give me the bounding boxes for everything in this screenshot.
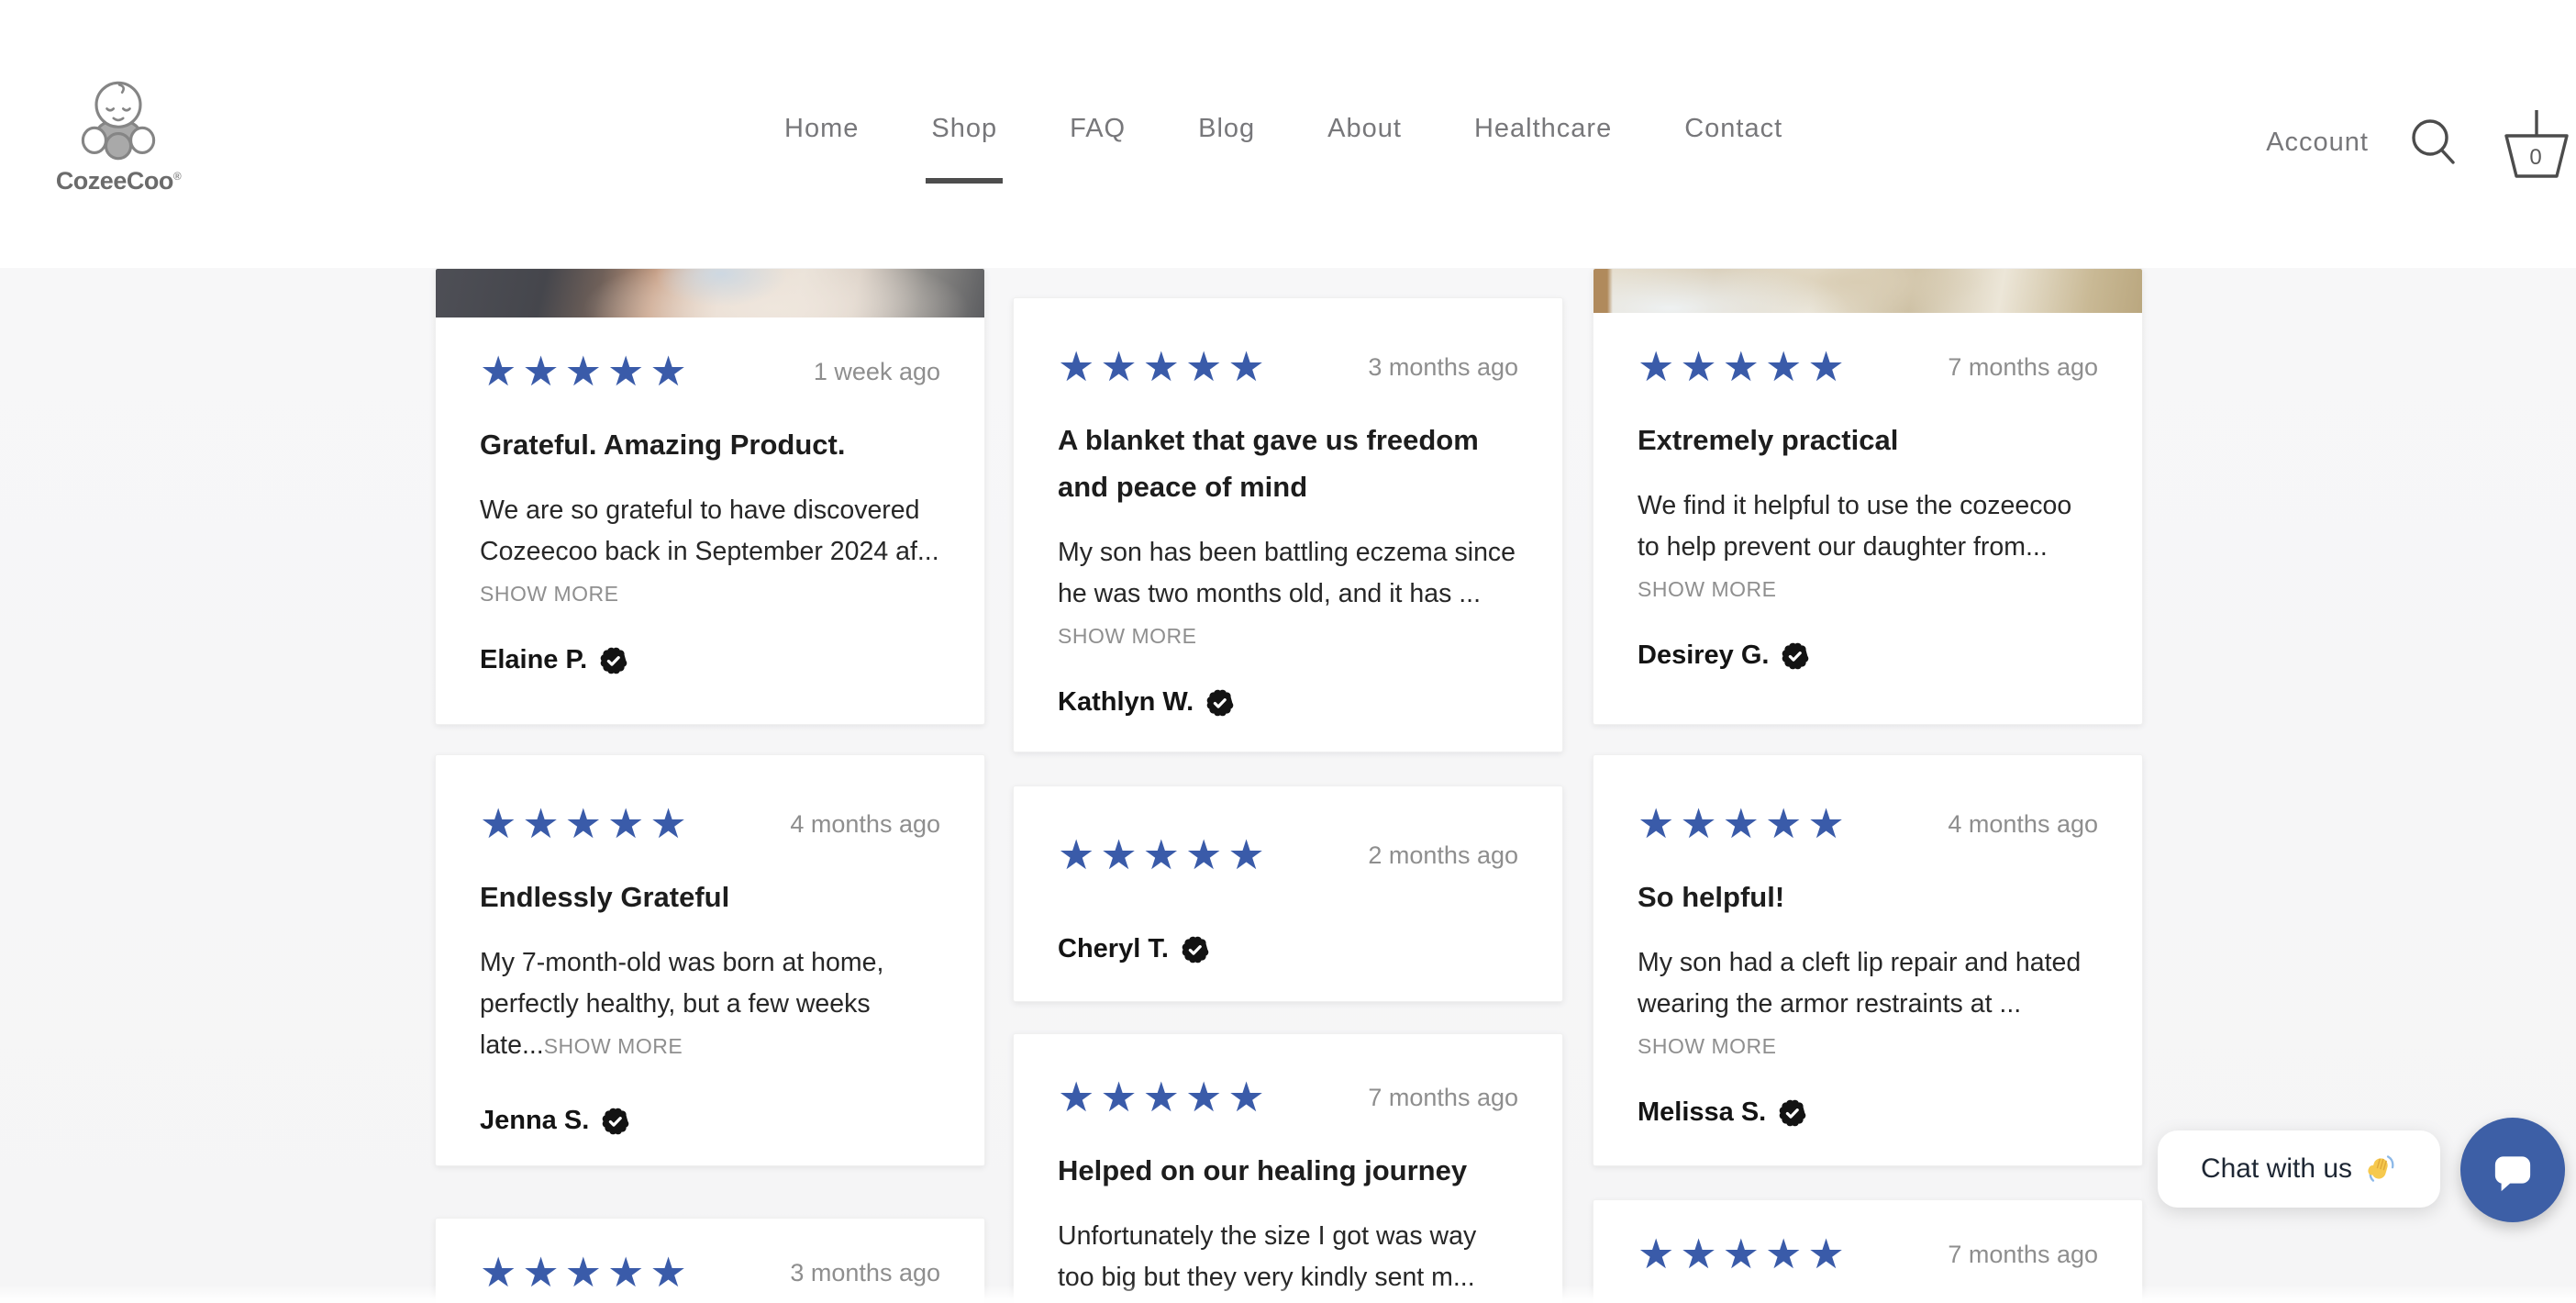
nav-about[interactable]: About xyxy=(1327,114,1402,144)
nav-blog[interactable]: Blog xyxy=(1198,114,1255,144)
star-rating: ★★★★★ xyxy=(1058,834,1271,875)
review-body: My son has been battling eczema since he… xyxy=(1058,532,1518,615)
review-date: 7 months ago xyxy=(1368,1084,1518,1112)
star-rating: ★★★★★ xyxy=(1638,346,1850,387)
review-date: 7 months ago xyxy=(1948,353,2098,382)
verified-badge-icon xyxy=(601,1107,630,1136)
review-title: Endlessly Grateful xyxy=(480,874,940,920)
nav-home[interactable]: Home xyxy=(784,114,859,144)
review-title: A blanket that gave us freedom and peace… xyxy=(1058,417,1518,510)
main-nav: Home Shop FAQ Blog About Healthcare Cont… xyxy=(784,114,1782,144)
verified-badge-icon xyxy=(1205,688,1235,718)
review-body: We find it helpful to use the cozeecoo t… xyxy=(1638,485,2098,568)
show-more-link[interactable]: SHOW MORE xyxy=(544,1034,683,1058)
review-date: 3 months ago xyxy=(790,1259,940,1287)
star-rating: ★★★★★ xyxy=(1058,1076,1271,1118)
cart-count-badge: 0 xyxy=(2529,145,2541,171)
reviewer-name: Elaine P. xyxy=(480,645,940,675)
baby-logo-icon xyxy=(40,77,196,165)
account-link[interactable]: Account xyxy=(2266,128,2369,158)
brand-logo[interactable]: CozeeCoo® xyxy=(40,77,196,195)
reviews-column-1: ★★★★★ 1 week ago Grateful. Amazing Produ… xyxy=(435,268,985,1303)
star-rating: ★★★★★ xyxy=(480,1252,693,1293)
site-header: CozeeCoo® Home Shop FAQ Blog About Healt… xyxy=(0,0,2576,268)
review-photo-baby-in-carseat xyxy=(436,269,984,317)
star-rating: ★★★★★ xyxy=(1638,1233,1850,1275)
show-more-link[interactable]: SHOW MORE xyxy=(1638,577,1776,602)
verified-badge-icon xyxy=(1778,1098,1807,1128)
review-card: ★★★★★ 7 months ago Helped on our healing… xyxy=(1013,1033,1563,1303)
review-card: ★★★★★ 3 months ago xyxy=(435,1218,985,1303)
review-card: ★★★★★ 1 week ago Grateful. Amazing Produ… xyxy=(435,268,985,725)
verified-badge-icon xyxy=(1781,641,1810,671)
show-more-link[interactable]: SHOW MORE xyxy=(480,582,618,607)
star-rating: ★★★★★ xyxy=(480,351,693,392)
verified-badge-icon xyxy=(599,646,628,675)
header-actions: Account 0 xyxy=(2266,103,2572,182)
reviewer-name: Cheryl T. xyxy=(1058,934,1518,964)
reviewer-name: Melissa S. xyxy=(1638,1097,2098,1128)
review-date: 4 months ago xyxy=(1948,810,2098,839)
cart-icon[interactable]: 0 xyxy=(2499,103,2572,182)
reviewer-name: Kathlyn W. xyxy=(1058,687,1518,718)
review-title: Helped on our healing journey xyxy=(1058,1147,1518,1194)
chat-bubble-icon xyxy=(2488,1145,2537,1195)
review-date: 4 months ago xyxy=(790,810,940,839)
review-title: Extremely practical xyxy=(1638,417,2098,463)
review-date: 2 months ago xyxy=(1368,841,1518,870)
review-card: ★★★★★ 2 months ago Cheryl T. xyxy=(1013,785,1563,1002)
star-rating: ★★★★★ xyxy=(480,803,693,844)
star-rating: ★★★★★ xyxy=(1638,803,1850,844)
review-body: Unfortunately the size I got was way too… xyxy=(1058,1216,1518,1298)
chat-label: Chat with us xyxy=(2201,1153,2352,1185)
reviews-column-2: ★★★★★ 3 months ago A blanket that gave u… xyxy=(1013,268,1563,1303)
reviews-column-3: ★★★★★ 7 months ago Extremely practical W… xyxy=(1593,268,2143,1303)
review-photo-beige-blanket xyxy=(1593,269,2142,313)
chat-launcher-button[interactable] xyxy=(2460,1118,2565,1222)
review-body: We are so grateful to have discovered Co… xyxy=(480,490,940,573)
review-title: Grateful. Amazing Product. xyxy=(480,421,940,468)
star-rating: ★★★★★ xyxy=(1058,346,1271,387)
review-card: ★★★★★ 3 months ago A blanket that gave u… xyxy=(1013,297,1563,752)
nav-contact[interactable]: Contact xyxy=(1684,114,1782,144)
review-card: ★★★★★ 7 months ago Extremely practical W… xyxy=(1593,268,2143,725)
review-card: ★★★★★ 4 months ago Endlessly Grateful My… xyxy=(435,754,985,1166)
review-card: ★★★★★ 4 months ago So helpful! My son ha… xyxy=(1593,754,2143,1166)
nav-faq[interactable]: FAQ xyxy=(1070,114,1126,144)
review-card: ★★★★★ 7 months ago xyxy=(1593,1199,2143,1303)
brand-wordmark: CozeeCoo® xyxy=(40,167,196,195)
show-more-link[interactable]: SHOW MORE xyxy=(1638,1034,1776,1059)
registered-mark: ® xyxy=(173,170,181,183)
review-body: My son had a cleft lip repair and hated … xyxy=(1638,942,2098,1025)
show-more-link[interactable]: SHOW MORE xyxy=(1058,624,1196,649)
chat-with-us-bubble[interactable]: Chat with us xyxy=(2158,1130,2440,1208)
reviewer-name: Desirey G. xyxy=(1638,640,2098,671)
review-date: 1 week ago xyxy=(814,358,940,386)
review-body: My 7-month-old was born at home, perfect… xyxy=(480,942,940,1067)
review-title: So helpful! xyxy=(1638,874,2098,920)
wave-emoji-icon xyxy=(2364,1153,2397,1186)
reviewer-name: Jenna S. xyxy=(480,1106,940,1136)
search-icon[interactable] xyxy=(2407,115,2460,170)
nav-shop[interactable]: Shop xyxy=(931,114,997,144)
nav-healthcare[interactable]: Healthcare xyxy=(1474,114,1612,144)
review-date: 3 months ago xyxy=(1368,353,1518,382)
verified-badge-icon xyxy=(1181,935,1210,964)
review-date: 7 months ago xyxy=(1948,1241,2098,1269)
